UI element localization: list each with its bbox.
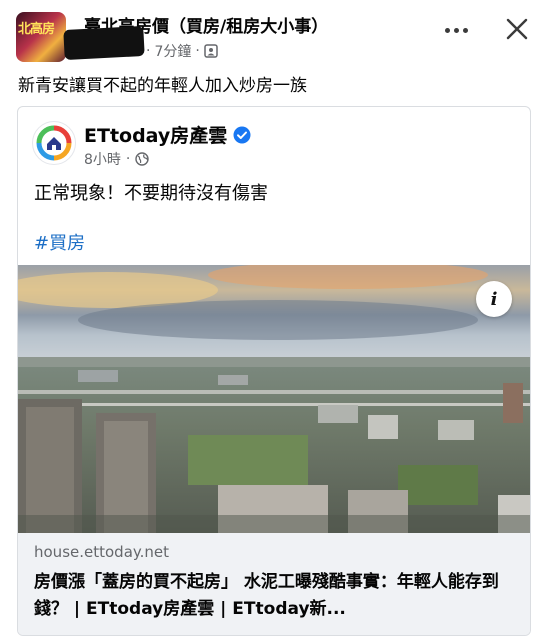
shared-post-time[interactable]: 8小時 <box>84 149 121 169</box>
post-text: 新青安讓買不起的年輕人加入炒房一族 <box>18 76 307 96</box>
post-photo[interactable]: i <box>18 265 530 533</box>
close-icon[interactable] <box>502 14 532 44</box>
redacted-author-name <box>63 25 145 61</box>
link-domain: house.ettoday.net <box>34 543 170 561</box>
city-skyline-image <box>18 265 530 533</box>
verified-badge-icon <box>233 126 251 143</box>
group-avatar-text: 北高房 <box>18 22 55 37</box>
shared-post-card[interactable]: ETtoday房產雲 8小時 · 正常現象！不要期待沒有傷害 #買房 i hou… <box>17 106 531 636</box>
page-avatar[interactable] <box>32 121 76 165</box>
meta-dot: · <box>195 43 200 59</box>
link-preview[interactable]: house.ettoday.net 房價漲「蓋房的買不起房」 水泥工曝殘酷事實：… <box>18 533 530 635</box>
globe-icon <box>135 152 150 166</box>
meta-dot: · <box>146 43 151 59</box>
hashtag-link[interactable]: #買房 <box>34 229 85 255</box>
page-name[interactable]: ETtoday房產雲 <box>84 121 227 148</box>
page-name-row: ETtoday房產雲 <box>84 121 251 148</box>
group-privacy-icon <box>204 44 218 58</box>
post-header: 北高房 臺北高房價（買房/租房大小事） · 7分鐘 · <box>0 0 547 70</box>
info-icon: i <box>490 288 498 310</box>
more-horizontal-icon <box>444 27 450 33</box>
more-options-button[interactable] <box>441 20 471 40</box>
group-avatar[interactable]: 北高房 <box>16 12 66 62</box>
meta-dot: · <box>125 151 131 167</box>
post-time[interactable]: 7分鐘 <box>154 41 191 61</box>
post-meta: · 7分鐘 · <box>146 41 218 61</box>
shared-post-text: 正常現象！不要期待沒有傷害 <box>34 183 268 204</box>
info-button[interactable]: i <box>476 281 512 317</box>
link-headline[interactable]: 房價漲「蓋房的買不起房」 水泥工曝殘酷事實：年輕人能存到錢？ | ETtoday… <box>34 569 518 623</box>
shared-post-meta: 8小時 · <box>84 149 150 169</box>
